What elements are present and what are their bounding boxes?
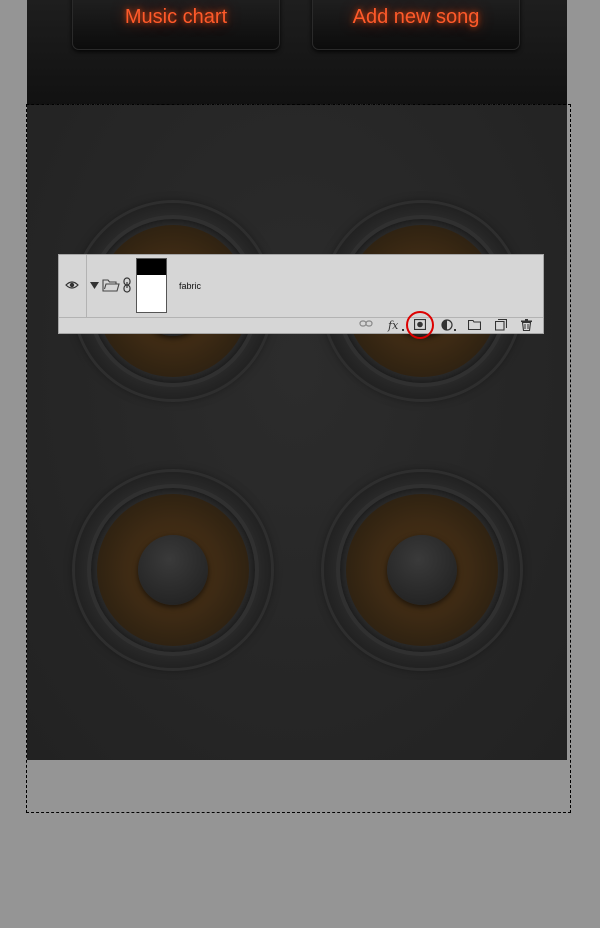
speaker-bottom-left <box>75 472 271 668</box>
layer-row-fabric[interactable]: fabric <box>59 255 543 318</box>
link-layers-icon[interactable] <box>359 319 373 329</box>
speaker-bottom-right <box>324 472 520 668</box>
new-layer-icon[interactable] <box>495 319 507 331</box>
new-group-icon[interactable] <box>468 319 481 330</box>
adjustment-layer-icon[interactable] <box>441 319 457 332</box>
layers-toolbar: fx <box>59 317 543 334</box>
expand-triangle-icon[interactable] <box>90 282 99 289</box>
music-chart-button[interactable]: Music chart <box>72 0 280 50</box>
delete-layer-icon[interactable] <box>521 319 532 331</box>
highlight-circle <box>406 311 434 339</box>
link-chain-icon[interactable] <box>123 277 131 293</box>
eye-icon[interactable] <box>65 280 79 290</box>
mask-black-area <box>137 259 166 275</box>
add-new-song-button[interactable]: Add new song <box>312 0 520 50</box>
svg-text:fx: fx <box>387 319 399 332</box>
add-new-song-label: Add new song <box>352 6 480 28</box>
layer-name[interactable]: fabric <box>179 281 201 291</box>
canvas-header: Music chart Add new song <box>27 0 567 105</box>
speaker-cabinet <box>27 105 567 760</box>
layers-panel: fabric fx <box>58 254 544 339</box>
layer-mask-thumbnail[interactable] <box>136 258 167 313</box>
visibility-column[interactable] <box>59 255 87 317</box>
speaker-dust-cap <box>138 535 208 605</box>
layer-style-fx-icon[interactable]: fx <box>387 319 405 332</box>
music-chart-label: Music chart <box>124 6 228 28</box>
speaker-dust-cap <box>387 535 457 605</box>
folder-icon <box>102 279 120 292</box>
